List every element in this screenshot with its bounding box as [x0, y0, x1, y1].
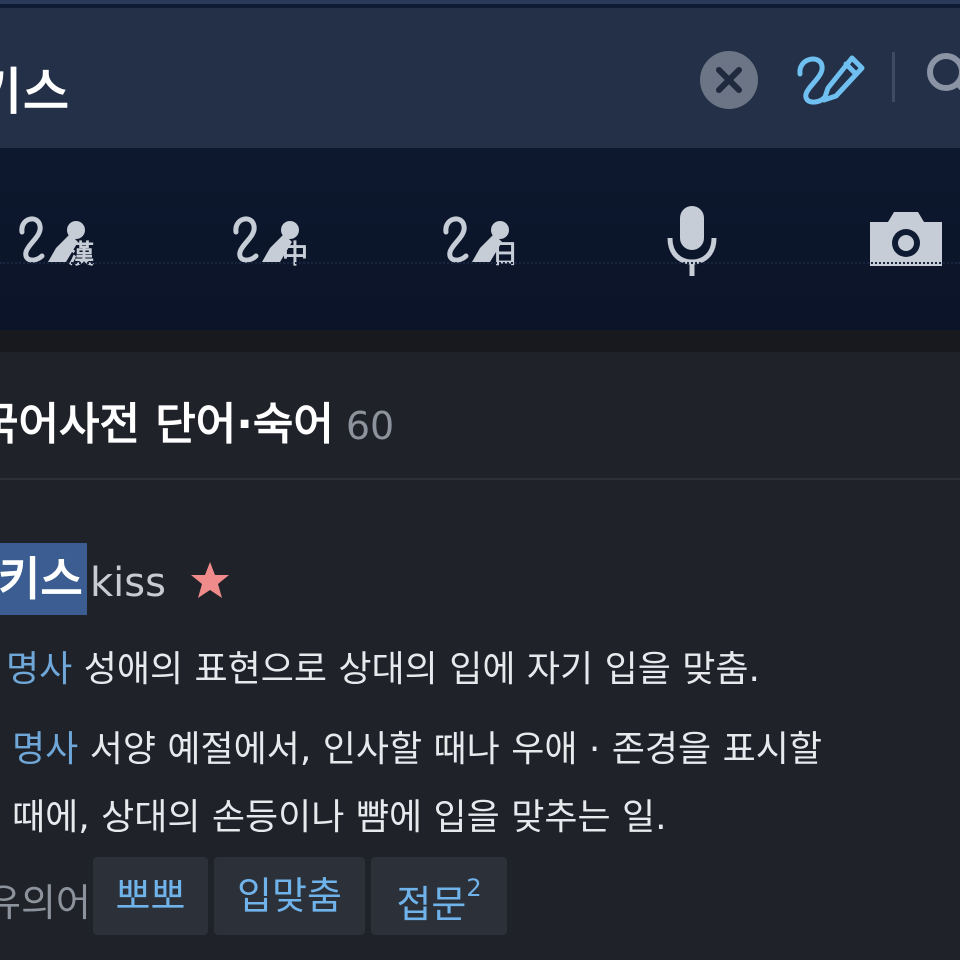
synonym-chip[interactable]: 접문2 — [371, 857, 507, 935]
hanja-label: 漢 — [68, 240, 95, 270]
sense-2-pos: 명사 — [12, 729, 79, 770]
sense-1-pos: 명사 — [6, 649, 73, 690]
camera-search-button[interactable] — [866, 190, 946, 280]
synonym-chip[interactable]: 입맞춤 — [214, 857, 365, 935]
synonym-word: 접문 — [396, 882, 467, 927]
chinese-handwriting-button[interactable]: 中 — [228, 190, 318, 280]
sense-2: 명사 서양 예절에서, 인사할 때나 우애 · 존경을 표시할 — [12, 720, 822, 772]
hanja-handwriting-button[interactable]: 漢 — [14, 190, 104, 280]
section-count: 60 — [345, 404, 395, 448]
camera-icon — [870, 212, 942, 266]
section-title-text: 국어사전 단어·숙어 — [0, 399, 334, 450]
section-gap — [0, 330, 960, 352]
search-icon[interactable] — [918, 48, 960, 108]
section-divider — [0, 478, 960, 480]
clear-icon[interactable] — [700, 51, 758, 109]
synonym-chip[interactable]: 뽀뽀 — [93, 857, 208, 935]
sense-1-definition: 성애의 표현으로 상대의 입에 자기 입을 맞춤. — [83, 649, 760, 690]
synonyms-label: 유의어 — [0, 881, 91, 925]
synonym-homonym-number: 2 — [466, 874, 482, 902]
voice-search-button[interactable] — [664, 190, 720, 280]
handwriting-pen-icon[interactable] — [794, 46, 870, 110]
app-header: 키스 漢 — [0, 0, 960, 330]
sense-2-line2: 때에, 상대의 손등이나 뺨에 입을 맞추는 일. — [12, 797, 667, 838]
japanese-label: 日 — [492, 240, 519, 270]
search-query[interactable]: 키스 — [0, 52, 70, 124]
chinese-label: 中 — [282, 240, 309, 270]
synonym-word: 입맞춤 — [237, 874, 342, 918]
synonym-word: 뽀뽀 — [115, 874, 186, 918]
top-border — [0, 0, 960, 4]
section-title: 국어사전 단어·숙어 60 — [0, 388, 394, 452]
input-tools-bar: 漢 中 日 — [0, 190, 960, 300]
tools-dotted-line — [0, 262, 960, 264]
toolbar-divider — [892, 52, 895, 102]
sense-1: 명사 성애의 표현으로 상대의 입에 자기 입을 맞춤. — [6, 640, 760, 692]
origin-word: kiss — [90, 560, 166, 606]
headword[interactable]: 키스 — [0, 543, 87, 615]
sense-2-definition-line1: 서양 예절에서, 인사할 때나 우애 · 존경을 표시할 — [89, 729, 822, 770]
star-icon[interactable] — [188, 560, 232, 600]
microphone-icon — [667, 206, 717, 276]
japanese-handwriting-button[interactable]: 日 — [438, 190, 528, 280]
